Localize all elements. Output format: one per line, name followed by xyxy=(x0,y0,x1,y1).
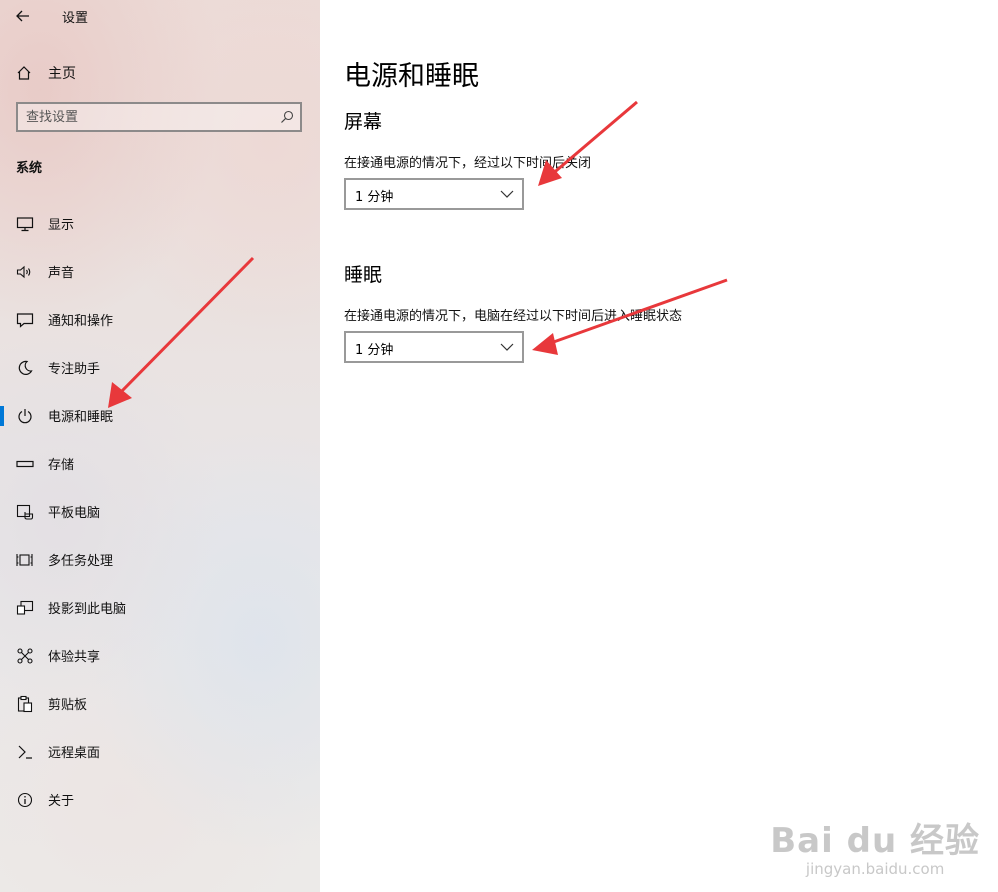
sidebar-item-shared-experiences[interactable]: 体验共享 xyxy=(0,632,320,680)
sidebar-item-about[interactable]: 关于 xyxy=(0,776,320,824)
home-icon xyxy=(17,66,31,80)
sidebar-item-label: 显示 xyxy=(48,218,75,233)
tablet-icon xyxy=(16,503,34,521)
sidebar-item-label: 投影到此电脑 xyxy=(48,602,127,617)
info-icon xyxy=(16,791,34,809)
home-nav-item[interactable]: 主页 xyxy=(16,62,76,84)
screen-section-heading: 屏幕 xyxy=(344,111,383,133)
monitor-icon xyxy=(16,215,34,233)
speaker-icon xyxy=(16,263,34,281)
sidebar: 设置 主页 系统 显示 声音 通知和操作 专注助手 电源和睡眠 xyxy=(0,0,320,892)
sidebar-item-tablet[interactable]: 平板电脑 xyxy=(0,488,320,536)
notification-icon xyxy=(16,311,34,329)
sleep-timeout-select[interactable]: 1 分钟 xyxy=(344,331,524,363)
screen-timeout-label: 在接通电源的情况下，经过以下时间后关闭 xyxy=(344,156,592,171)
sidebar-item-label: 存储 xyxy=(48,458,75,473)
sidebar-item-label: 剪贴板 xyxy=(48,698,88,713)
sidebar-item-label: 平板电脑 xyxy=(48,506,101,521)
sidebar-item-clipboard[interactable]: 剪贴板 xyxy=(0,680,320,728)
sidebar-item-multitasking[interactable]: 多任务处理 xyxy=(0,536,320,584)
screen-timeout-select[interactable]: 1 分钟 xyxy=(344,178,524,210)
remote-desktop-icon xyxy=(16,743,34,761)
baidu-jingyan-watermark: Bai du 经验 jingyan.baidu.com xyxy=(770,813,980,878)
projection-icon xyxy=(16,599,34,617)
sidebar-item-project-to-pc[interactable]: 投影到此电脑 xyxy=(0,584,320,632)
app-title: 设置 xyxy=(62,11,89,26)
storage-icon xyxy=(16,455,34,473)
sidebar-item-sound[interactable]: 声音 xyxy=(0,248,320,296)
screen-timeout-value: 1 分钟 xyxy=(355,190,394,205)
back-button[interactable] xyxy=(10,4,36,28)
sidebar-item-notifications[interactable]: 通知和操作 xyxy=(0,296,320,344)
moon-icon xyxy=(16,359,34,377)
page-title: 电源和睡眠 xyxy=(344,61,479,92)
sleep-section-heading: 睡眠 xyxy=(344,264,383,286)
search-input[interactable] xyxy=(26,108,276,126)
sidebar-item-label: 通知和操作 xyxy=(48,314,114,329)
sidebar-item-display[interactable]: 显示 xyxy=(0,200,320,248)
sidebar-item-power-sleep[interactable]: 电源和睡眠 xyxy=(0,392,320,440)
sidebar-item-focus-assist[interactable]: 专注助手 xyxy=(0,344,320,392)
home-label: 主页 xyxy=(48,66,76,82)
sidebar-item-label: 关于 xyxy=(48,794,75,809)
sleep-timeout-value: 1 分钟 xyxy=(355,343,394,358)
sidebar-item-label: 声音 xyxy=(48,266,75,281)
search-icon[interactable] xyxy=(280,110,294,124)
sleep-timeout-label: 在接通电源的情况下，电脑在经过以下时间后进入睡眠状态 xyxy=(344,309,683,324)
watermark-logo-text: Bai du 经验 xyxy=(770,821,980,861)
sidebar-nav: 显示 声音 通知和操作 专注助手 电源和睡眠 存储 平板电脑 多任务处理 投影到… xyxy=(0,200,320,824)
chevron-down-icon xyxy=(500,343,514,351)
sidebar-item-label: 多任务处理 xyxy=(48,554,114,569)
sidebar-item-storage[interactable]: 存储 xyxy=(0,440,320,488)
sidebar-item-label: 电源和睡眠 xyxy=(48,410,114,425)
search-box[interactable] xyxy=(16,102,302,132)
chevron-down-icon xyxy=(500,190,514,198)
content-pane: 电源和睡眠 屏幕 在接通电源的情况下，经过以下时间后关闭 1 分钟 睡眠 在接通… xyxy=(320,0,998,892)
back-arrow-icon xyxy=(16,10,29,22)
clipboard-icon xyxy=(16,695,34,713)
sidebar-item-remote-desktop[interactable]: 远程桌面 xyxy=(0,728,320,776)
multitasking-icon xyxy=(16,551,34,569)
power-icon xyxy=(16,407,34,425)
sidebar-item-label: 专注助手 xyxy=(48,362,101,377)
section-label-system: 系统 xyxy=(16,161,43,176)
sidebar-item-label: 远程桌面 xyxy=(48,746,101,761)
watermark-url: jingyan.baidu.com xyxy=(805,860,945,878)
share-icon xyxy=(16,647,34,665)
sidebar-item-label: 体验共享 xyxy=(48,650,101,665)
